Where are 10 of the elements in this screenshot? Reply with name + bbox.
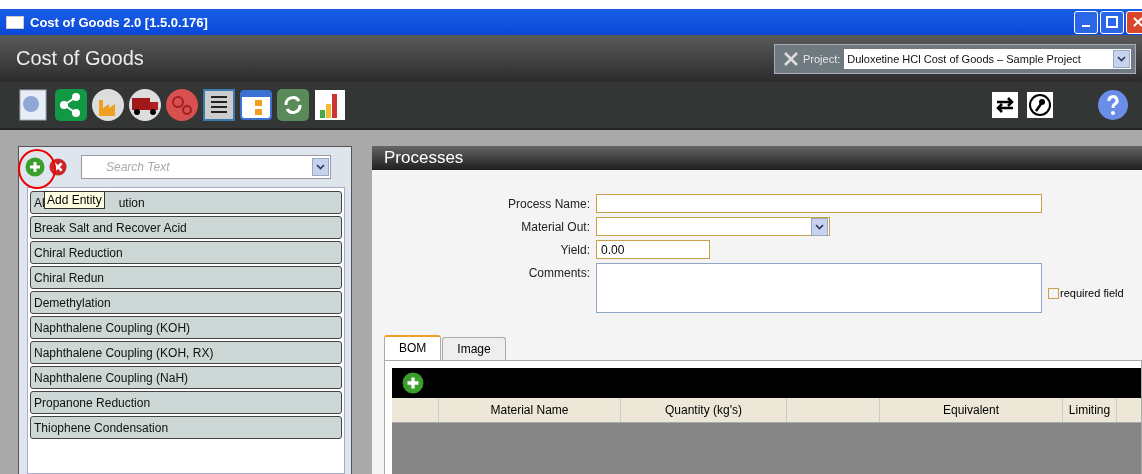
field-label: Material Out: <box>520 219 590 234</box>
legend-text: required field <box>1060 287 1124 299</box>
tooltip: Add Entity <box>44 191 105 209</box>
field-label: Comments: <box>527 265 590 280</box>
app-title: Cost of Goods <box>16 47 145 70</box>
field-label: Process Name: <box>506 196 590 211</box>
panel-title: Processes <box>372 146 1142 170</box>
project-label: Project: <box>803 52 841 65</box>
window-title: Cost of Goods 2.0 [1.5.0.176] <box>30 14 209 30</box>
field-label: Yield: <box>559 242 590 257</box>
